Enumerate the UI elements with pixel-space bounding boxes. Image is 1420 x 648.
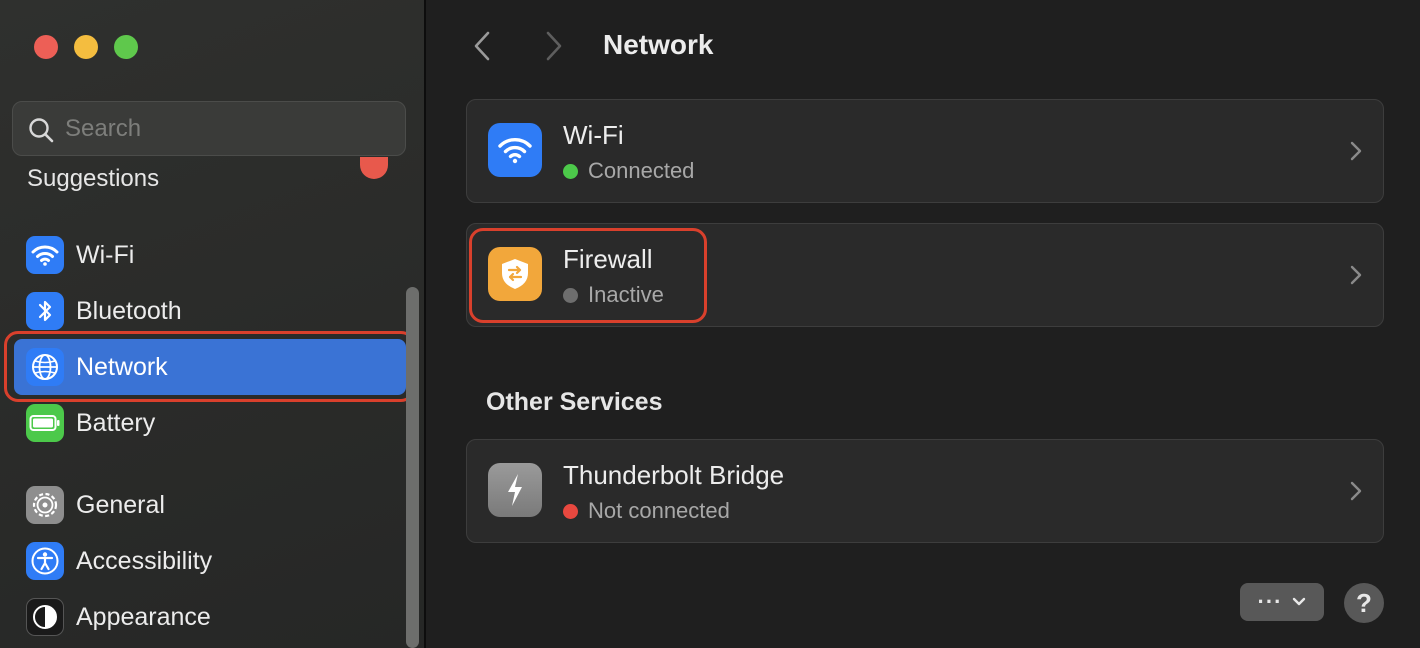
service-status: Not connected: [563, 498, 730, 524]
page-title: Network: [603, 29, 714, 60]
close-window-button[interactable]: [34, 35, 58, 59]
chevron-right-icon: [1350, 141, 1362, 161]
accessibility-icon: [26, 542, 64, 580]
chevron-down-icon: [1293, 597, 1306, 606]
search-input[interactable]: [65, 110, 385, 148]
service-title: Wi-Fi: [563, 120, 624, 150]
appearance-icon: [26, 598, 64, 636]
search-icon: [29, 118, 54, 143]
main-pane: Network Wi-Fi Connected Firewall Inactiv…: [426, 0, 1420, 648]
service-title: Thunderbolt Bridge: [563, 460, 785, 490]
sidebar-item-accessibility[interactable]: Accessibility: [14, 533, 406, 589]
bluetooth-icon: [26, 292, 64, 330]
suggestions-heading: Suggestions: [27, 165, 160, 192]
ellipsis-icon: ···: [1257, 589, 1283, 614]
service-status-text: Not connected: [588, 498, 730, 523]
thunderbolt-icon: [488, 463, 542, 517]
forward-button[interactable]: [536, 28, 572, 64]
section-heading-other-services: Other Services: [486, 388, 663, 416]
chevron-left-icon: [474, 31, 490, 61]
sidebar-item-wifi[interactable]: Wi-Fi: [14, 227, 406, 283]
sidebar-scrollbar[interactable]: [406, 287, 419, 648]
chevron-right-icon: [1350, 265, 1362, 285]
sidebar-item-label: Bluetooth: [76, 296, 182, 325]
network-highlight-annotation: [4, 331, 415, 402]
sidebar-item-general[interactable]: General: [14, 477, 406, 533]
wifi-icon: [26, 236, 64, 274]
sidebar-item-label: Accessibility: [76, 546, 213, 575]
sidebar-item-label: Battery: [76, 408, 156, 437]
chevron-right-icon: [1350, 481, 1362, 501]
suggestions-badge: [360, 157, 388, 179]
sidebar-item-label: Wi-Fi: [76, 240, 135, 269]
battery-icon: [26, 404, 64, 442]
status-dot-green: [563, 163, 578, 179]
search-box[interactable]: [12, 101, 406, 156]
status-dot-red: [563, 503, 578, 519]
service-status-text: Connected: [588, 158, 695, 183]
help-button[interactable]: ?: [1344, 583, 1384, 623]
sidebar-list: Suggestions Wi-Fi Bluetooth Network Batt…: [0, 157, 424, 648]
chevron-right-icon: [546, 31, 562, 61]
wifi-icon: [488, 123, 542, 177]
gear-icon: [26, 486, 64, 524]
sidebar-item-appearance[interactable]: Appearance: [14, 589, 406, 645]
zoom-window-button[interactable]: [114, 35, 138, 59]
service-status: Connected: [563, 158, 694, 184]
service-row-thunderbolt-bridge[interactable]: Thunderbolt Bridge Not connected: [466, 439, 1384, 543]
sidebar: Suggestions Wi-Fi Bluetooth: [0, 0, 424, 648]
firewall-highlight-annotation: [469, 228, 707, 323]
sidebar-item-battery[interactable]: Battery: [14, 395, 406, 451]
more-actions-button[interactable]: ···: [1240, 583, 1324, 621]
back-button[interactable]: [464, 28, 500, 64]
sidebar-item-label: General: [76, 490, 165, 519]
service-row-wifi[interactable]: Wi-Fi Connected: [466, 99, 1384, 203]
sidebar-item-label: Appearance: [76, 602, 211, 631]
minimize-window-button[interactable]: [74, 35, 98, 59]
